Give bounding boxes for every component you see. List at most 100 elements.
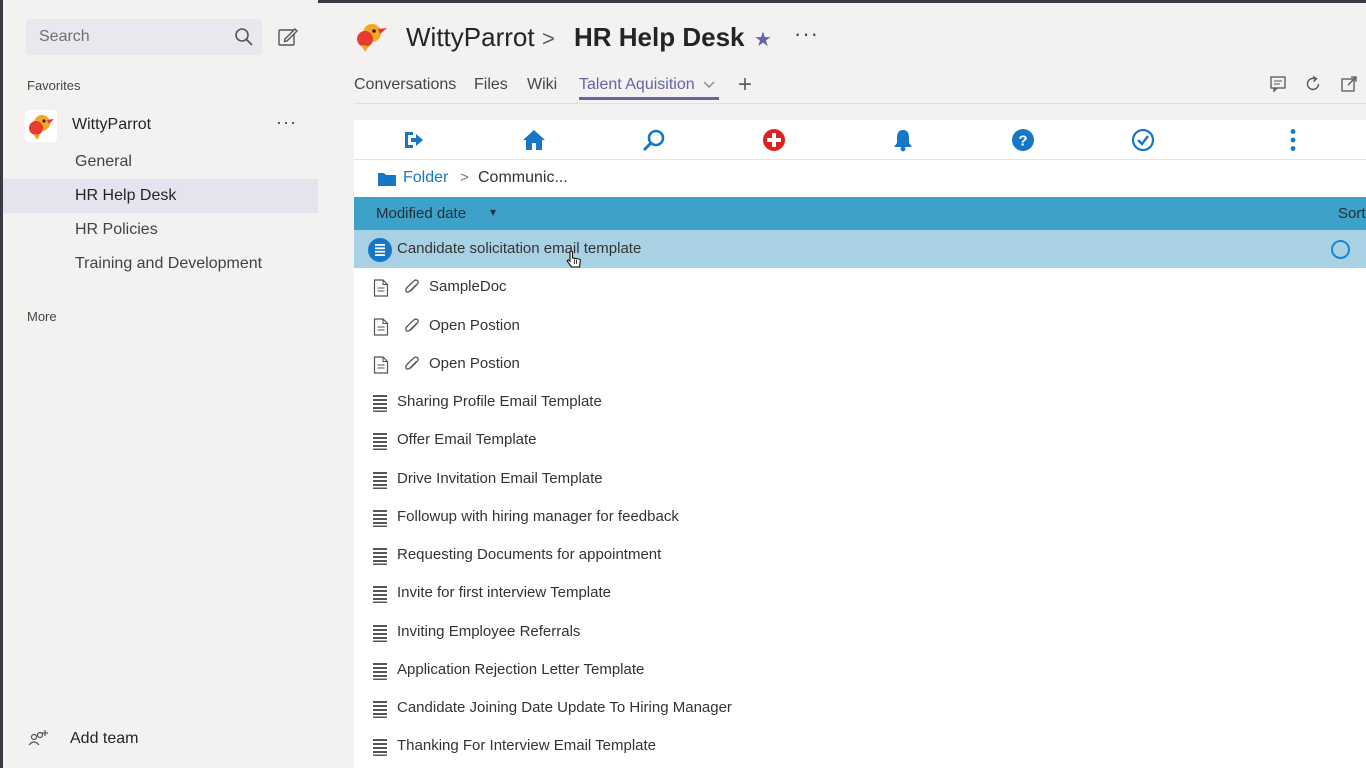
list-item[interactable]: Inviting Employee Referrals	[354, 613, 1366, 651]
channel-more-icon[interactable]: ···	[794, 21, 819, 47]
help-icon[interactable]: ?	[1011, 128, 1035, 152]
item-title: Requesting Documents for appointment	[397, 546, 662, 563]
template-icon	[373, 624, 387, 647]
tab-wiki[interactable]: Wiki	[527, 76, 557, 94]
list-item[interactable]: Open Postion	[354, 345, 1366, 383]
channel-hr-policies[interactable]: HR Policies	[3, 213, 318, 247]
home-icon[interactable]	[522, 128, 546, 152]
add-team-button[interactable]: Add team	[3, 722, 318, 756]
check-circle-icon[interactable]	[1131, 128, 1155, 152]
template-icon	[373, 471, 387, 494]
search-input[interactable]: Search	[26, 19, 262, 55]
channel-label: HR Help Desk	[75, 187, 177, 204]
list-item[interactable]: Application Rejection Letter Template	[354, 651, 1366, 689]
channel-label: HR Policies	[75, 221, 158, 238]
favorite-star-icon[interactable]: ★	[754, 27, 772, 52]
team-wittyparrot[interactable]: WittyParrot ···	[3, 106, 318, 144]
search-icon[interactable]	[234, 27, 254, 52]
wittyparrot-panel: ? Folder > Communic... Modified date ▾ S…	[354, 120, 1366, 768]
sort-bar: Modified date ▾ Sort	[354, 197, 1366, 230]
app-toolbar: ?	[354, 120, 1366, 160]
favorites-label: Favorites	[27, 78, 81, 93]
search-icon[interactable]	[642, 128, 666, 152]
item-title: Drive Invitation Email Template	[397, 469, 603, 487]
item-title: Offer Email Template	[397, 431, 537, 449]
team-more-icon[interactable]: ···	[276, 112, 297, 133]
team-logo-icon	[25, 110, 57, 142]
more-label[interactable]: More	[27, 309, 57, 324]
header-divider	[354, 103, 1366, 104]
item-title: Followup with hiring manager for feedbac…	[397, 507, 679, 525]
tab-talent-aquisition[interactable]: Talent Aquisition	[579, 76, 716, 94]
item-title: Invite for first interview Template	[397, 584, 611, 602]
list-item[interactable]: Candidate Joining Date Update To Hiring …	[354, 689, 1366, 727]
sort-button[interactable]: Sort	[1338, 205, 1366, 222]
item-list: Candidate solicitation email template Sam…	[354, 230, 1366, 766]
chevron-down-icon[interactable]	[702, 79, 716, 89]
template-icon	[373, 738, 387, 761]
hand-cursor-icon	[566, 250, 582, 275]
paperclip-icon	[404, 317, 420, 341]
app-window: Search Favorites WittyParrot ··· General…	[0, 0, 1366, 768]
add-tab-icon[interactable]: +	[738, 71, 752, 99]
svg-text:?: ?	[1018, 133, 1027, 150]
tab-conversations[interactable]: Conversations	[354, 76, 456, 94]
header-team-name[interactable]: WittyParrot	[406, 22, 535, 53]
active-tab-indicator	[579, 97, 719, 100]
list-item[interactable]: Open Postion	[354, 307, 1366, 345]
item-title: Thanking For Interview Email Template	[397, 737, 656, 755]
channel-hr-help-desk[interactable]: HR Help Desk	[3, 179, 318, 213]
template-selected-icon	[368, 238, 392, 267]
header-channel-name: HR Help Desk	[574, 22, 745, 52]
chevron-right-icon: >	[542, 26, 555, 51]
list-item[interactable]: Requesting Documents for appointment	[354, 536, 1366, 574]
add-icon[interactable]	[762, 128, 786, 152]
template-icon	[373, 662, 387, 685]
refresh-icon[interactable]	[1304, 75, 1322, 98]
chevron-right-icon: >	[460, 169, 469, 186]
more-vertical-icon[interactable]	[1281, 128, 1305, 152]
template-icon	[373, 432, 387, 455]
breadcrumb-current[interactable]: Communic...	[478, 169, 568, 187]
tab-label: Talent Aquisition	[579, 76, 695, 93]
item-title: Sharing Profile Email Template	[397, 393, 602, 410]
paperclip-icon	[404, 356, 420, 379]
list-item[interactable]: Thanking For Interview Email Template	[354, 727, 1366, 765]
breadcrumb: Folder > Communic...	[354, 161, 1366, 197]
channel-label: General	[75, 153, 132, 170]
item-title: Open Postion	[429, 354, 520, 372]
list-item[interactable]: Drive Invitation Email Template	[354, 460, 1366, 498]
list-item[interactable]: SampleDoc	[354, 268, 1366, 306]
channel-label: Training and Development	[75, 255, 263, 272]
item-title: Open Postion	[429, 316, 520, 334]
window-border	[318, 0, 1366, 3]
paperclip-icon	[404, 279, 420, 302]
tab-files[interactable]: Files	[474, 76, 508, 94]
bell-icon[interactable]	[891, 128, 915, 152]
list-item[interactable]: Candidate solicitation email template	[354, 230, 1366, 269]
channel-training-and-development[interactable]: Training and Development	[3, 247, 318, 281]
select-radio[interactable]	[1331, 240, 1350, 259]
sidebar: Search Favorites WittyParrot ··· General…	[3, 0, 318, 768]
template-icon	[373, 547, 387, 570]
add-team-label: Add team	[70, 730, 139, 747]
compose-icon[interactable]	[277, 26, 299, 53]
channel-general[interactable]: General	[3, 145, 318, 179]
item-title: Candidate solicitation email template	[397, 240, 642, 257]
team-logo-icon	[352, 21, 388, 58]
list-item[interactable]: Invite for first interview Template	[354, 574, 1366, 612]
sort-field-label[interactable]: Modified date	[376, 205, 466, 222]
caret-down-icon[interactable]: ▾	[490, 205, 496, 219]
pop-out-icon[interactable]	[1340, 75, 1358, 98]
template-icon	[373, 585, 387, 608]
template-icon	[373, 394, 387, 417]
list-item[interactable]: Offer Email Template	[354, 421, 1366, 459]
item-title: SampleDoc	[429, 278, 507, 296]
search-placeholder: Search	[39, 28, 90, 45]
conversation-icon[interactable]	[1269, 75, 1287, 98]
breadcrumb-folder[interactable]: Folder	[403, 169, 448, 187]
list-item[interactable]: Sharing Profile Email Template	[354, 383, 1366, 421]
sign-out-icon[interactable]	[401, 128, 425, 152]
list-item[interactable]: Followup with hiring manager for feedbac…	[354, 498, 1366, 536]
add-team-icon	[28, 729, 50, 754]
